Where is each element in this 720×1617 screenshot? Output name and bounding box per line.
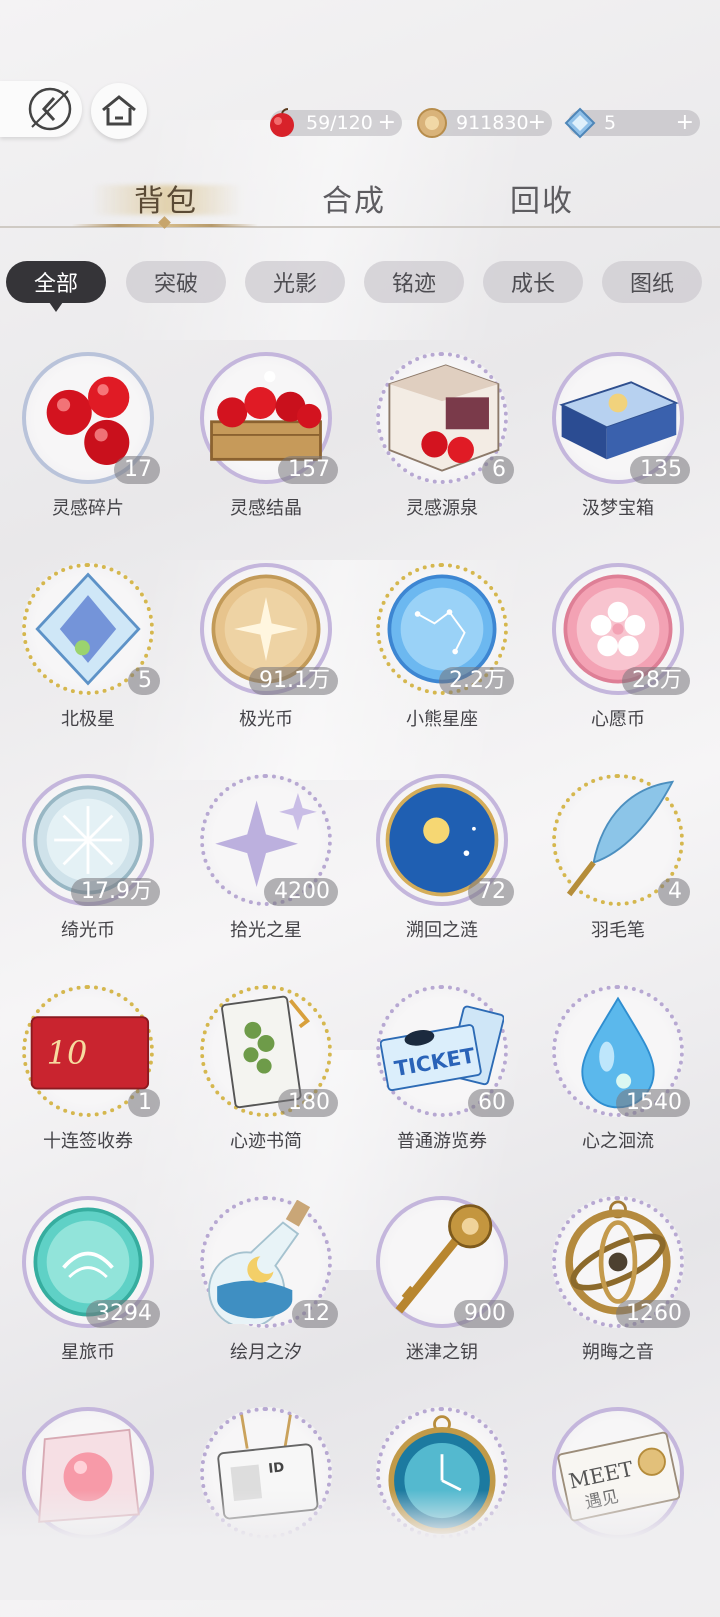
item-slot[interactable]: 135 汲梦宝箱 [530,352,706,562]
item-count: 60 [468,1089,514,1117]
item-count: 17.9万 [71,878,160,906]
item-count: 1 [128,1089,160,1117]
item-name: 迷津之钥 [406,1342,478,1363]
crystal-value: 5 [604,112,617,134]
tab-backpack[interactable]: 背包 [134,176,198,220]
item-name: 心之洄流 [582,1131,654,1152]
item-count: 72 [468,878,514,906]
item-slot[interactable]: 2.2万 小熊星座 [354,563,530,773]
item-count: 157 [278,456,338,484]
back-button[interactable] [0,81,82,137]
add-stamina-icon[interactable]: + [378,110,396,136]
add-crystal-icon[interactable]: + [676,110,694,136]
card-number: 10 [47,1034,88,1072]
item-slot[interactable]: 17.9万 绮光币 [0,774,176,984]
item-name: 极光币 [239,709,293,730]
item-count: 28万 [622,667,690,695]
coin-counter[interactable]: 911830 + [417,108,552,138]
item-count: 12 [292,1300,338,1328]
coin-icon [417,108,447,138]
item-count: 17 [114,456,160,484]
item-name: 羽毛笔 [591,920,645,941]
filter-all[interactable]: 全部 [6,261,106,312]
item-count: 91.1万 [249,667,338,695]
item-name: 朔晦之音 [582,1342,654,1363]
crystal-counter[interactable]: 5 + [564,107,700,139]
item-name: 十连签收券 [43,1131,133,1152]
item-slot[interactable]: 17 灵感碎片 [0,352,176,562]
item-slot[interactable]: 4 羽毛笔 [530,774,706,984]
item-count: 5 [128,667,160,695]
item-slot[interactable]: 1540 心之洄流 [530,985,706,1195]
item-slot[interactable]: 180 心迹书简 [178,985,354,1195]
id-label: ID [268,1460,285,1477]
item-slot[interactable]: 72 溯回之涟 [354,774,530,984]
item-name: 灵感结晶 [230,498,302,519]
item-name: 小熊星座 [406,709,478,730]
item-name: 北极星 [61,709,115,730]
tab-recycle[interactable]: 回收 [510,176,574,220]
item-slot[interactable]: 6 灵感源泉 [354,352,530,562]
item-count: 900 [454,1300,514,1328]
stamina-counter[interactable]: 59/120 + [270,108,402,137]
item-slot[interactable]: TICKET 60 普通游览券 [354,985,530,1195]
item-name: 绘月之汐 [230,1342,302,1363]
crystal-icon [564,107,596,139]
item-count: 4200 [264,878,338,906]
tab-craft[interactable]: 合成 [322,176,386,220]
filter-inscription[interactable]: 铭迹 [364,261,464,303]
item-count: 1540 [616,1089,690,1117]
home-icon [102,95,136,126]
item-slot[interactable]: 10 1 十连签收券 [0,985,176,1195]
home-button[interactable] [91,83,147,139]
item-name: 心愿币 [591,709,645,730]
item-count: 1260 [616,1300,690,1328]
item-count: 6 [482,456,514,484]
filter-blueprint[interactable]: 图纸 [602,261,702,303]
filter-breakthrough[interactable]: 突破 [126,261,226,303]
stamina-value: 59/120 [306,112,373,134]
item-name: 灵感碎片 [52,498,124,519]
item-slot[interactable]: 5 北极星 [0,563,176,773]
item-slot[interactable]: 1260 朔晦之音 [530,1196,706,1406]
item-slot[interactable]: 12 绘月之汐 [178,1196,354,1406]
item-name: 拾光之星 [230,920,302,941]
filter-growth[interactable]: 成长 [483,261,583,303]
add-coin-icon[interactable]: + [528,110,546,136]
item-slot[interactable]: 157 灵感结晶 [178,352,354,562]
item-name: 溯回之涟 [406,920,478,941]
filter-light-shadow[interactable]: 光影 [245,261,345,303]
main-tabs: 背包 合成 回收 [0,176,720,224]
item-name: 汲梦宝箱 [582,498,654,519]
item-name: 星旅币 [61,1342,115,1363]
item-count: 2.2万 [439,667,514,695]
item-slot[interactable]: 91.1万 极光币 [178,563,354,773]
apple-icon [270,108,294,137]
item-count: 180 [278,1089,338,1117]
item-count: 4 [658,878,690,906]
item-count: 135 [630,456,690,484]
item-count: 3294 [86,1300,160,1328]
coin-value: 911830 [456,112,529,134]
item-slot[interactable]: 900 迷津之钥 [354,1196,530,1406]
item-slot[interactable]: 4200 拾光之星 [178,774,354,984]
item-slot[interactable]: 28万 心愿币 [530,563,706,773]
item-name: 灵感源泉 [406,498,478,519]
item-slot[interactable]: 3294 星旅币 [0,1196,176,1406]
item-name: 绮光币 [61,920,115,941]
item-name: 心迹书简 [230,1131,302,1152]
back-arrow-icon [28,87,72,131]
item-name: 普通游览券 [397,1131,487,1152]
